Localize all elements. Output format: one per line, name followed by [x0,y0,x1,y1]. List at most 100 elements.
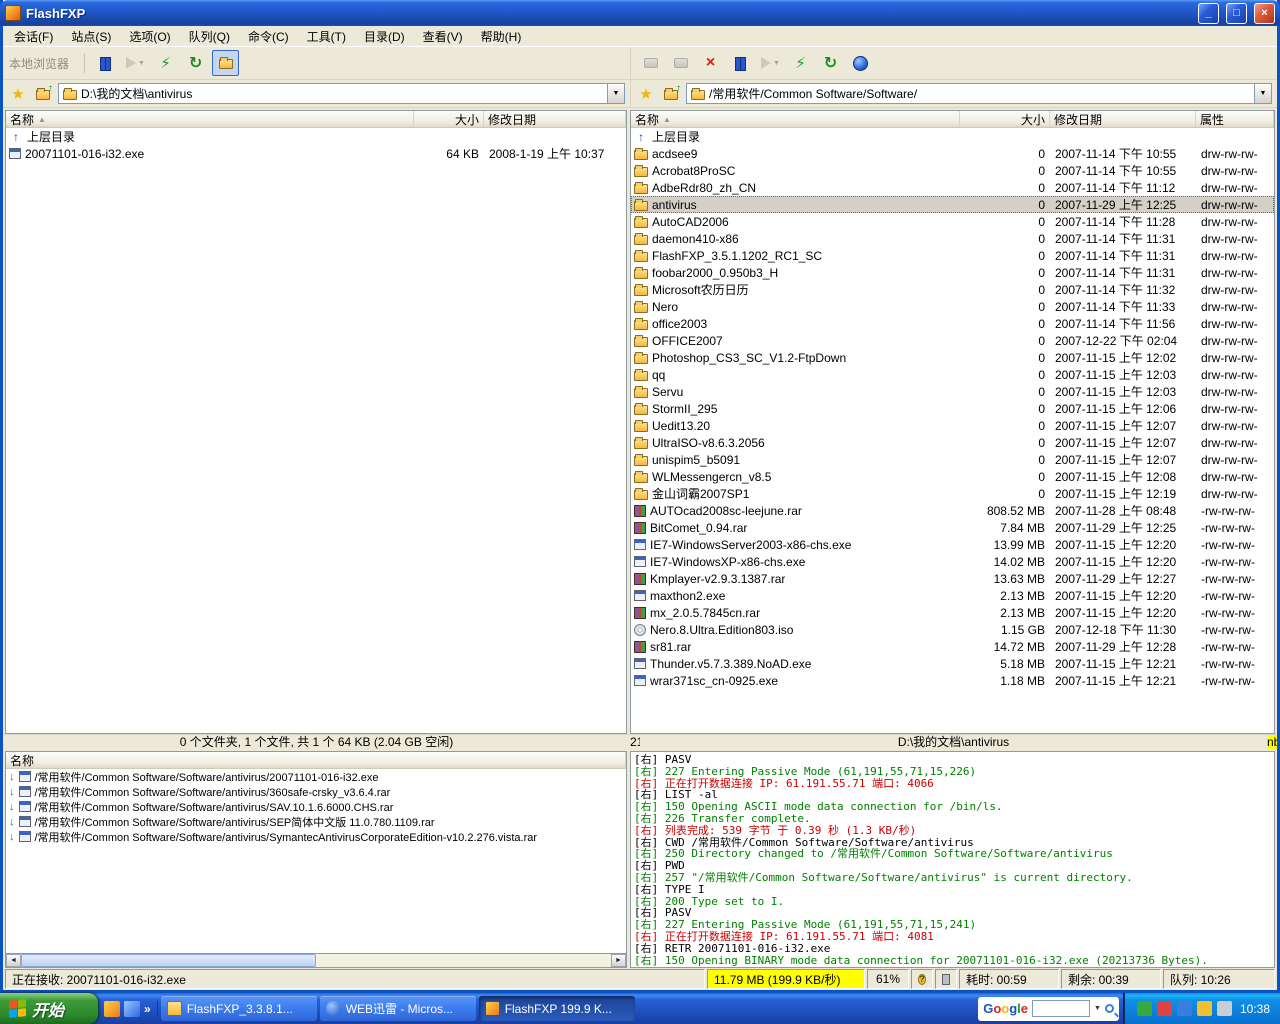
file-row[interactable]: Servu02007-11-15 上午 12:03drw-rw-rw- [631,383,1274,400]
file-row[interactable]: ↑上层目录 [6,128,626,145]
file-row[interactable]: Uedit13.2002007-11-15 上午 12:07drw-rw-rw- [631,417,1274,434]
file-row[interactable]: wrar371sc_cn-0925.exe1.18 MB2007-11-15 上… [631,672,1274,689]
remote-pause-button[interactable] [727,50,754,76]
menu-item[interactable]: 队列(Q) [180,26,239,47]
scroll-left-button[interactable]: ◄ [6,954,21,967]
search-magnifier-icon[interactable] [1105,1004,1114,1013]
file-row[interactable]: office200302007-11-14 下午 11:56drw-rw-rw- [631,315,1274,332]
remote-column-date[interactable]: 修改日期 [1050,111,1196,127]
local-column-name[interactable]: 名称▲ [6,111,414,127]
local-browse-button[interactable] [212,50,239,76]
local-column-size[interactable]: 大小 [414,111,484,127]
local-refresh-button[interactable]: ↻ [182,50,209,76]
title-bar[interactable]: FlashFXP _ □ × [0,0,1280,26]
local-path-combobox[interactable]: D:\我的文档\antivirus ▼ [58,83,625,104]
remote-file-list[interactable]: ↑上层目录acdsee902007-11-14 下午 10:55drw-rw-r… [631,128,1274,733]
remote-reconnect-button[interactable] [667,50,694,76]
remote-disconnect-button[interactable]: × [697,50,724,76]
menu-item[interactable]: 帮助(H) [472,26,531,47]
scrollbar-thumb[interactable] [21,954,316,967]
combo-dropdown-button[interactable]: ▼ [1254,84,1271,103]
file-row[interactable]: sr81.rar14.72 MB2007-11-29 上午 12:28-rw-r… [631,638,1274,655]
file-row[interactable]: daemon410-x8602007-11-14 下午 11:31drw-rw-… [631,230,1274,247]
taskbar-task[interactable]: FlashFXP_3.3.8.1... [161,996,317,1021]
combo-dropdown-button[interactable]: ▼ [607,84,624,103]
file-row[interactable]: BitComet_0.94.rar7.84 MB2007-11-29 上午 12… [631,519,1274,536]
file-row[interactable]: IE7-WindowsXP-x86-chs.exe14.02 MB2007-11… [631,553,1274,570]
menu-item[interactable]: 目录(D) [355,26,414,47]
queue-item[interactable]: ↓/常用软件/Common Software/Software/antiviru… [6,799,626,814]
queue-item[interactable]: ↓/常用软件/Common Software/Software/antiviru… [6,814,626,829]
taskbar-task[interactable]: FlashFXP 199.9 K... [479,996,635,1021]
close-button[interactable]: × [1254,3,1275,24]
local-file-list[interactable]: ↑上层目录20071101-016-i32.exe64 KB2008-1-19 … [6,128,626,733]
file-row[interactable]: antivirus02007-11-29 上午 12:25drw-rw-rw- [631,196,1274,213]
taskbar-task[interactable]: WEB迅雷 - Micros... [320,996,476,1021]
google-search-input[interactable] [1032,1000,1090,1017]
remote-channel-button[interactable] [847,50,874,76]
input-method-tray-icon[interactable] [1197,1001,1212,1016]
file-row[interactable]: unispim5_b509102007-11-15 上午 12:07drw-rw… [631,451,1274,468]
local-column-date[interactable]: 修改日期 [484,111,626,127]
file-row[interactable]: Nero.8.Ultra.Edition803.iso1.15 GB2007-1… [631,621,1274,638]
file-row[interactable]: AutoCAD200602007-11-14 下午 11:28drw-rw-rw… [631,213,1274,230]
network-tray-icon[interactable] [1177,1001,1192,1016]
remote-quick-transfer-button[interactable]: ⚡ [787,50,814,76]
local-up-directory-button[interactable]: ↑ [32,84,54,104]
remote-connect-button[interactable] [637,50,664,76]
quick-launch-icon-1[interactable] [104,1001,120,1017]
remote-transfer-button[interactable]: ▼ [757,50,784,76]
file-row[interactable]: FlashFXP_3.5.1.1202_RC1_SC02007-11-14 下午… [631,247,1274,264]
local-quick-transfer-button[interactable]: ⚡ [152,50,179,76]
file-row[interactable]: UltraISO-v8.6.3.205602007-11-15 上午 12:07… [631,434,1274,451]
menu-item[interactable]: 查看(V) [414,26,472,47]
remote-favorites-star-icon[interactable]: ★ [636,85,656,103]
remote-up-directory-button[interactable]: ↑ [660,84,682,104]
queue-column-name[interactable]: 名称 [6,752,626,768]
menu-item[interactable]: 选项(O) [120,26,179,47]
menu-item[interactable]: 命令(C) [239,26,298,47]
menu-item[interactable]: 工具(T) [298,26,355,47]
transfer-queue-list[interactable]: ↓/常用软件/Common Software/Software/antiviru… [6,769,626,953]
remote-path-combobox[interactable]: /常用软件/Common Software/Software/ ▼ [686,83,1272,104]
file-row[interactable]: qq02007-11-15 上午 12:03drw-rw-rw- [631,366,1274,383]
antivirus-tray-icon[interactable] [1137,1001,1152,1016]
file-row[interactable]: AdbeRdr80_zh_CN02007-11-14 下午 11:12drw-r… [631,179,1274,196]
local-pause-button[interactable] [92,50,119,76]
volume-tray-icon[interactable] [1217,1001,1232,1016]
queue-horizontal-scrollbar[interactable]: ◄ ► [5,954,627,968]
queue-item[interactable]: ↓/常用软件/Common Software/Software/antiviru… [6,769,626,784]
google-dropdown-icon[interactable]: ▼ [1094,1005,1101,1012]
menu-item[interactable]: 站点(S) [62,26,120,47]
file-row[interactable]: Nero02007-11-14 下午 11:33drw-rw-rw- [631,298,1274,315]
file-row[interactable]: mx_2.0.5.7845cn.rar2.13 MB2007-11-15 上午 … [631,604,1274,621]
scrollbar-track[interactable] [21,954,611,967]
quick-launch-chevron-icon[interactable]: » [144,1002,151,1016]
file-row[interactable]: StormII_29502007-11-15 上午 12:06drw-rw-rw… [631,400,1274,417]
local-favorites-star-icon[interactable]: ★ [8,85,28,103]
remote-refresh-button[interactable]: ↻ [817,50,844,76]
file-row[interactable]: Kmplayer-v2.9.3.1387.rar13.63 MB2007-11-… [631,570,1274,587]
start-button[interactable]: 开始 [0,993,98,1024]
download-tray-icon[interactable] [1157,1001,1172,1016]
file-row[interactable]: maxthon2.exe2.13 MB2007-11-15 上午 12:20-r… [631,587,1274,604]
file-row[interactable]: AUTOcad2008sc-leejune.rar808.52 MB2007-1… [631,502,1274,519]
file-row[interactable]: 20071101-016-i32.exe64 KB2008-1-19 上午 10… [6,145,626,162]
ftp-log-pane[interactable]: [右] PASV[右] 227 Entering Passive Mode (6… [630,751,1275,968]
quick-launch-icon-2[interactable] [124,1001,140,1017]
remote-column-attr[interactable]: 属性 [1196,111,1274,127]
google-search-band[interactable]: Google ▼ [978,997,1119,1021]
menu-item[interactable]: 会话(F) [5,26,62,47]
file-row[interactable]: ↑上层目录 [631,128,1274,145]
file-row[interactable]: WLMessengercn_v8.502007-11-15 上午 12:08dr… [631,468,1274,485]
queue-item[interactable]: ↓/常用软件/Common Software/Software/antiviru… [6,829,626,844]
file-row[interactable]: OFFICE200702007-12-22 下午 02:04drw-rw-rw- [631,332,1274,349]
minimize-button[interactable]: _ [1198,3,1219,24]
remote-column-name[interactable]: 名称▲ [631,111,960,127]
file-row[interactable]: foobar2000_0.950b3_H02007-11-14 下午 11:31… [631,264,1274,281]
scroll-right-button[interactable]: ► [611,954,626,967]
file-row[interactable]: Acrobat8ProSC02007-11-14 下午 10:55drw-rw-… [631,162,1274,179]
local-transfer-button[interactable]: ▼ [122,50,149,76]
file-row[interactable]: acdsee902007-11-14 下午 10:55drw-rw-rw- [631,145,1274,162]
file-row[interactable]: Microsoft农历日历02007-11-14 下午 11:32drw-rw-… [631,281,1274,298]
